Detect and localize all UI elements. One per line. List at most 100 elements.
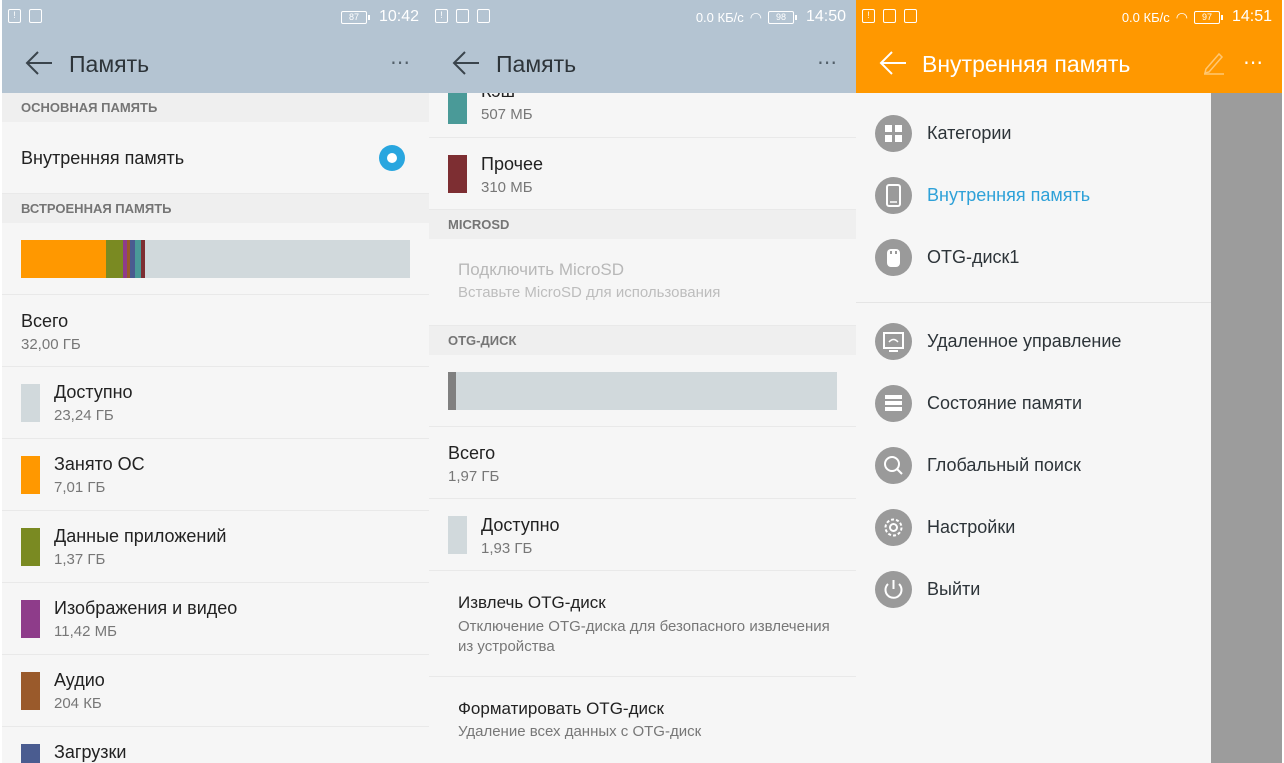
category-label: Доступно xyxy=(54,382,133,402)
overflow-menu-icon[interactable]: ⋯ xyxy=(1243,50,1264,75)
back-arrow-icon[interactable] xyxy=(451,49,481,77)
storage-status-icon xyxy=(875,385,912,422)
category-label: Занято ОС xyxy=(54,454,145,474)
toolbar: Память ⋯ xyxy=(429,33,856,93)
category-size: 23,24 ГБ xyxy=(54,407,114,424)
drawer-menu-item[interactable]: Настройки xyxy=(856,497,1211,559)
wifi-icon: ◠ xyxy=(1175,8,1188,25)
overflow-menu-icon[interactable]: ⋯ xyxy=(390,50,411,75)
drawer-menu-item[interactable]: Выйти xyxy=(856,559,1211,621)
section-header-main-memory: ОСНОВНАЯ ПАМЯТЬ xyxy=(2,93,429,122)
category-color-swatch xyxy=(21,384,40,422)
category-size: 204 КБ xyxy=(54,695,102,712)
eject-otg-description: Отключение OTG-диска для безопасного изв… xyxy=(458,618,830,655)
list-item-other[interactable]: Прочее 310 МБ xyxy=(429,138,856,210)
search-icon xyxy=(875,447,912,484)
menu-divider xyxy=(856,302,1211,303)
format-otg-description: Удаление всех данных с OTG-диск xyxy=(458,723,702,740)
status-bar: ! 87 10:42 xyxy=(2,0,429,33)
cache-value: 507 МБ xyxy=(481,106,533,123)
section-header-microsd: MICROSD xyxy=(429,210,856,239)
drawer-menu-item[interactable]: Удаленное управление xyxy=(856,311,1211,373)
overflow-menu-icon[interactable]: ⋯ xyxy=(817,50,838,75)
clock: 14:51 xyxy=(1231,8,1272,25)
eject-otg-row[interactable]: Извлечь OTG-диск Отключение OTG-диска дл… xyxy=(429,571,856,677)
drawer-menu-item[interactable]: Внутренняя память xyxy=(856,165,1211,227)
network-speed: 0.0 КБ/с xyxy=(695,9,744,25)
status-bar: ! 0.0 КБ/с ◠ 97 14:51 xyxy=(856,0,1282,33)
category-color-swatch xyxy=(21,528,40,566)
back-arrow-icon[interactable] xyxy=(878,49,908,77)
drawer-menu-item[interactable]: Глобальный поиск xyxy=(856,435,1211,497)
category-label: Аудио xyxy=(54,670,105,690)
other-value: 310 МБ xyxy=(481,179,533,196)
clock: 10:42 xyxy=(378,8,419,25)
notification-icon: ! xyxy=(8,9,21,23)
microsd-connect-row: Подключить MicroSD Вставьте MicroSD для … xyxy=(429,239,856,326)
storage-screen-internal: ! 87 10:42 Память ⋯ ОСНОВНАЯ ПАМЯТЬ Внут… xyxy=(2,0,429,763)
toolbar: Память ⋯ xyxy=(2,33,429,93)
storage-screen-otg: ! 0.0 КБ/с ◠ 98 14:50 Память ⋯ Кэш 507 М… xyxy=(429,0,856,763)
wifi-icon: ◠ xyxy=(749,8,762,25)
format-otg-row[interactable]: Форматировать OTG-диск Удаление всех дан… xyxy=(429,677,856,763)
total-label: Всего xyxy=(21,311,69,331)
page-title: Внутренняя память xyxy=(922,51,1131,77)
category-color-swatch xyxy=(21,456,40,494)
list-item-storage-category[interactable]: Изображения и видео 11,42 МБ xyxy=(2,583,429,655)
battery-icon: 97 xyxy=(1193,10,1223,24)
usb-notification-icon xyxy=(456,9,469,23)
storage-bar-segment xyxy=(106,240,123,278)
otg-total-row: Всего 1,97 ГБ xyxy=(429,427,856,499)
category-size: 7,01 ГБ xyxy=(54,479,106,496)
drawer-menu-item-label: Внутренняя память xyxy=(927,185,1091,205)
categories-icon xyxy=(875,115,912,152)
category-size: 11,42 МБ xyxy=(54,623,117,640)
microsd-hint: Вставьте MicroSD для использования xyxy=(458,284,721,301)
image-notification-icon xyxy=(29,9,42,23)
edit-pencil-icon[interactable] xyxy=(1202,49,1226,75)
settings-icon xyxy=(875,509,912,546)
otg-total-value: 1,97 ГБ xyxy=(448,468,500,485)
image-notification-icon xyxy=(883,9,896,23)
list-item-storage-category[interactable]: Занято ОС 7,01 ГБ xyxy=(2,439,429,511)
selected-radio-button[interactable] xyxy=(379,145,405,171)
power-icon xyxy=(875,571,912,608)
drawer-menu-item-label: Глобальный поиск xyxy=(927,455,1081,475)
usb-icon xyxy=(875,239,912,276)
clock: 14:50 xyxy=(805,8,846,25)
other-label: Прочее xyxy=(481,154,543,174)
navigation-drawer: Категории Внутренняя память OTG-диск1 Удал… xyxy=(856,93,1211,763)
back-arrow-icon[interactable] xyxy=(24,49,54,77)
otg-available-value: 1,93 ГБ xyxy=(481,540,533,557)
list-item-cache[interactable]: Кэш 507 МБ xyxy=(429,93,856,138)
list-item-storage-category[interactable]: Доступно 23,24 ГБ xyxy=(2,367,429,439)
list-item-storage-category[interactable]: Данные приложений 1,37 ГБ xyxy=(2,511,429,583)
category-color-swatch xyxy=(21,672,40,710)
list-item-otg-available[interactable]: Доступно 1,93 ГБ xyxy=(429,499,856,571)
section-header-otg: OTG-ДИСК xyxy=(429,326,856,355)
toolbar: Внутренняя память ⋯ xyxy=(856,33,1282,93)
otg-available-label: Доступно xyxy=(481,515,560,535)
otg-bar-row xyxy=(429,355,856,427)
drawer-menu-item[interactable]: OTG-диск1 xyxy=(856,227,1211,289)
page-title: Память xyxy=(69,51,150,77)
available-color-swatch xyxy=(448,516,467,554)
total-value: 32,00 ГБ xyxy=(21,336,81,353)
internal-memory-row[interactable]: Внутренняя память xyxy=(2,122,429,194)
battery-icon: 87 xyxy=(340,10,370,24)
usb-notification-icon xyxy=(904,9,917,23)
drawer-menu-item-label: Удаленное управление xyxy=(927,331,1122,351)
notification-icon: ! xyxy=(862,9,875,23)
drawer-menu-item[interactable]: Состояние памяти xyxy=(856,373,1211,435)
notification-icon: ! xyxy=(435,9,448,23)
drawer-menu-item[interactable]: Категории xyxy=(856,103,1211,165)
list-item-storage-category[interactable]: Аудио 204 КБ xyxy=(2,655,429,727)
other-color-swatch xyxy=(448,155,467,193)
storage-bar-row xyxy=(2,223,429,295)
status-bar: ! 0.0 КБ/с ◠ 98 14:50 xyxy=(429,0,856,33)
list-item-storage-category[interactable]: Загрузки xyxy=(2,727,429,763)
drawer-menu-item-label: Выйти xyxy=(927,579,981,599)
battery-icon: 98 xyxy=(767,10,797,24)
internal-memory-label: Внутренняя память xyxy=(21,148,185,168)
category-color-swatch xyxy=(21,600,40,638)
